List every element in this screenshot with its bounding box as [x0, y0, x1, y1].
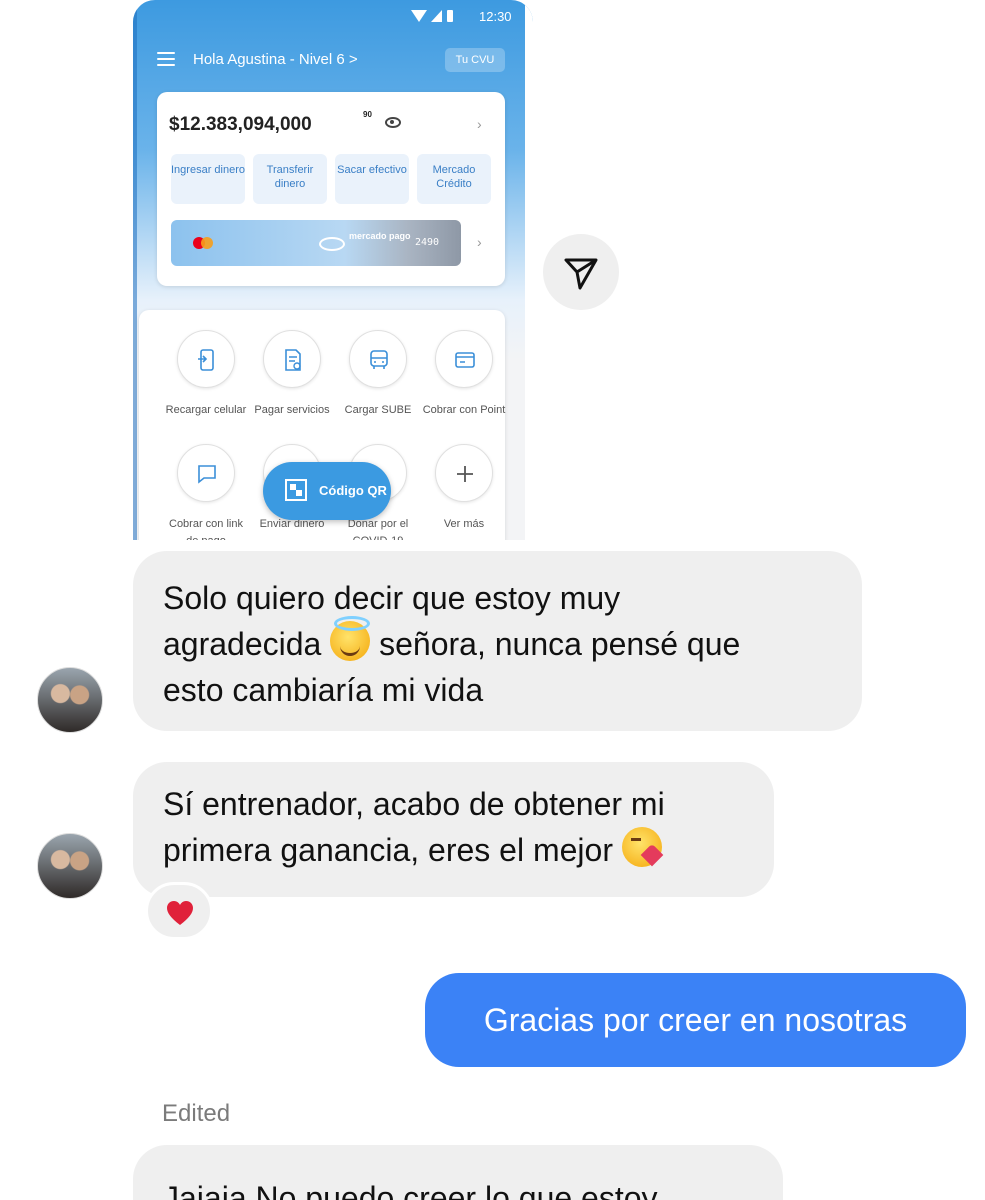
- menu-icon: [157, 52, 175, 66]
- service-ver-mas: Ver más: [421, 444, 507, 533]
- greeting: Hola Agustina - Nivel 6 >: [193, 51, 358, 68]
- action-ingresar: Ingresar dinero: [171, 154, 245, 204]
- service-sube: Cargar SUBE: [335, 330, 421, 419]
- heart-reaction[interactable]: [145, 882, 213, 940]
- chevron-right-icon: ›: [477, 116, 482, 132]
- card-brand: mercado pago: [349, 231, 411, 241]
- app-header: Hola Agustina - Nivel 6 > Tu CVU: [133, 44, 533, 76]
- eye-icon: [385, 117, 401, 128]
- service-label: Cobrar con link de pago: [169, 518, 243, 540]
- chevron-right-icon: ›: [477, 234, 482, 250]
- status-time: 12:30: [479, 9, 512, 24]
- message-bubble-incoming[interactable]: Sí entrenador, acabo de obtener mi prime…: [133, 762, 774, 897]
- balance-card: $12.383,094,000 90 › Ingresar dinero Tra…: [157, 92, 505, 286]
- qr-code-icon: [285, 479, 307, 501]
- edited-label: Edited: [162, 1100, 231, 1127]
- avatar[interactable]: [37, 833, 103, 899]
- send-icon: [564, 258, 598, 290]
- message-bubble-outgoing[interactable]: Gracias por creer en nosotras: [425, 973, 966, 1067]
- plus-icon: [435, 444, 493, 502]
- battery-icon: [447, 10, 453, 22]
- mastercard-logo: [193, 237, 215, 249]
- message-text: agradecida: [163, 626, 322, 662]
- bus-icon: [349, 330, 407, 388]
- kiss-emoji-icon: [621, 827, 662, 867]
- message-text: Gracias por creer en nosotras: [483, 1002, 908, 1038]
- service-point: Cobrar con Point: [421, 330, 507, 419]
- services-card: Recargar celular Pagar servicios Cargar …: [139, 310, 505, 540]
- cvu-button: Tu CVU: [445, 48, 505, 72]
- action-transferir: Transferir dinero: [253, 154, 327, 204]
- service-link-pago: Cobrar con link de pago: [163, 444, 249, 540]
- card-digits: 2490: [415, 237, 440, 248]
- balance-cents: 90: [363, 110, 372, 119]
- message-line: Sí entrenador, acabo de obtener mi: [163, 786, 665, 822]
- shared-screenshot[interactable]: 12:30 Hola Agustina - Nivel 6 > Tu CVU $…: [133, 0, 533, 540]
- angel-emoji-icon: [330, 616, 371, 661]
- screenshot-edge: [133, 0, 137, 540]
- message-line: Solo quiero decir que estoy muy: [163, 580, 621, 616]
- balance-amount: $12.383,094,000: [169, 114, 312, 135]
- service-label: Cargar SUBE: [344, 404, 412, 416]
- message-text: señora, nunca pensé que: [379, 626, 741, 662]
- quick-actions: Ingresar dinero Transferir dinero Sacar …: [171, 154, 491, 204]
- message-line: primera ganancia, eres el mejor: [163, 827, 744, 873]
- signal-icon: [431, 10, 442, 22]
- heart-icon: [167, 901, 193, 925]
- action-credito: Mercado Crédito: [417, 154, 491, 204]
- status-bar: 12:30: [133, 8, 533, 28]
- chat-link-icon: [177, 444, 235, 502]
- message-bubble-incoming[interactable]: Jajaja No puedo creer lo que estoy: [133, 1145, 783, 1200]
- payment-card: mercado pago 2490: [171, 220, 461, 266]
- service-label: Ver más: [443, 518, 485, 530]
- message-text: primera ganancia, eres el mejor: [163, 832, 613, 868]
- qr-button: Código QR: [263, 462, 391, 520]
- screenshot-edge-right: [525, 0, 533, 540]
- message-line: Jajaja No puedo creer lo que estoy: [163, 1180, 658, 1200]
- wifi-icon: [411, 10, 427, 22]
- message-bubble-incoming[interactable]: Solo quiero decir que estoy muy agradeci…: [133, 551, 862, 731]
- message-line: agradecida señora, nunca pensé que: [163, 616, 832, 667]
- service-label: Recargar celular: [165, 404, 247, 416]
- service-recargar: Recargar celular: [163, 330, 249, 419]
- share-button[interactable]: [543, 234, 619, 310]
- status-icons: [411, 10, 471, 24]
- mercado-pago-logo: [319, 237, 345, 251]
- service-label: Cobrar con Point: [422, 404, 506, 416]
- service-pagar: Pagar servicios: [249, 330, 335, 419]
- service-label: Pagar servicios: [254, 404, 330, 416]
- phone-recharge-icon: [177, 330, 235, 388]
- card-reader-icon: [435, 330, 493, 388]
- message-line: esto cambiaría mi vida: [163, 672, 484, 708]
- avatar[interactable]: [37, 667, 103, 733]
- action-sacar: Sacar efectivo: [335, 154, 409, 204]
- bill-icon: [263, 330, 321, 388]
- qr-label: Código QR: [319, 483, 387, 498]
